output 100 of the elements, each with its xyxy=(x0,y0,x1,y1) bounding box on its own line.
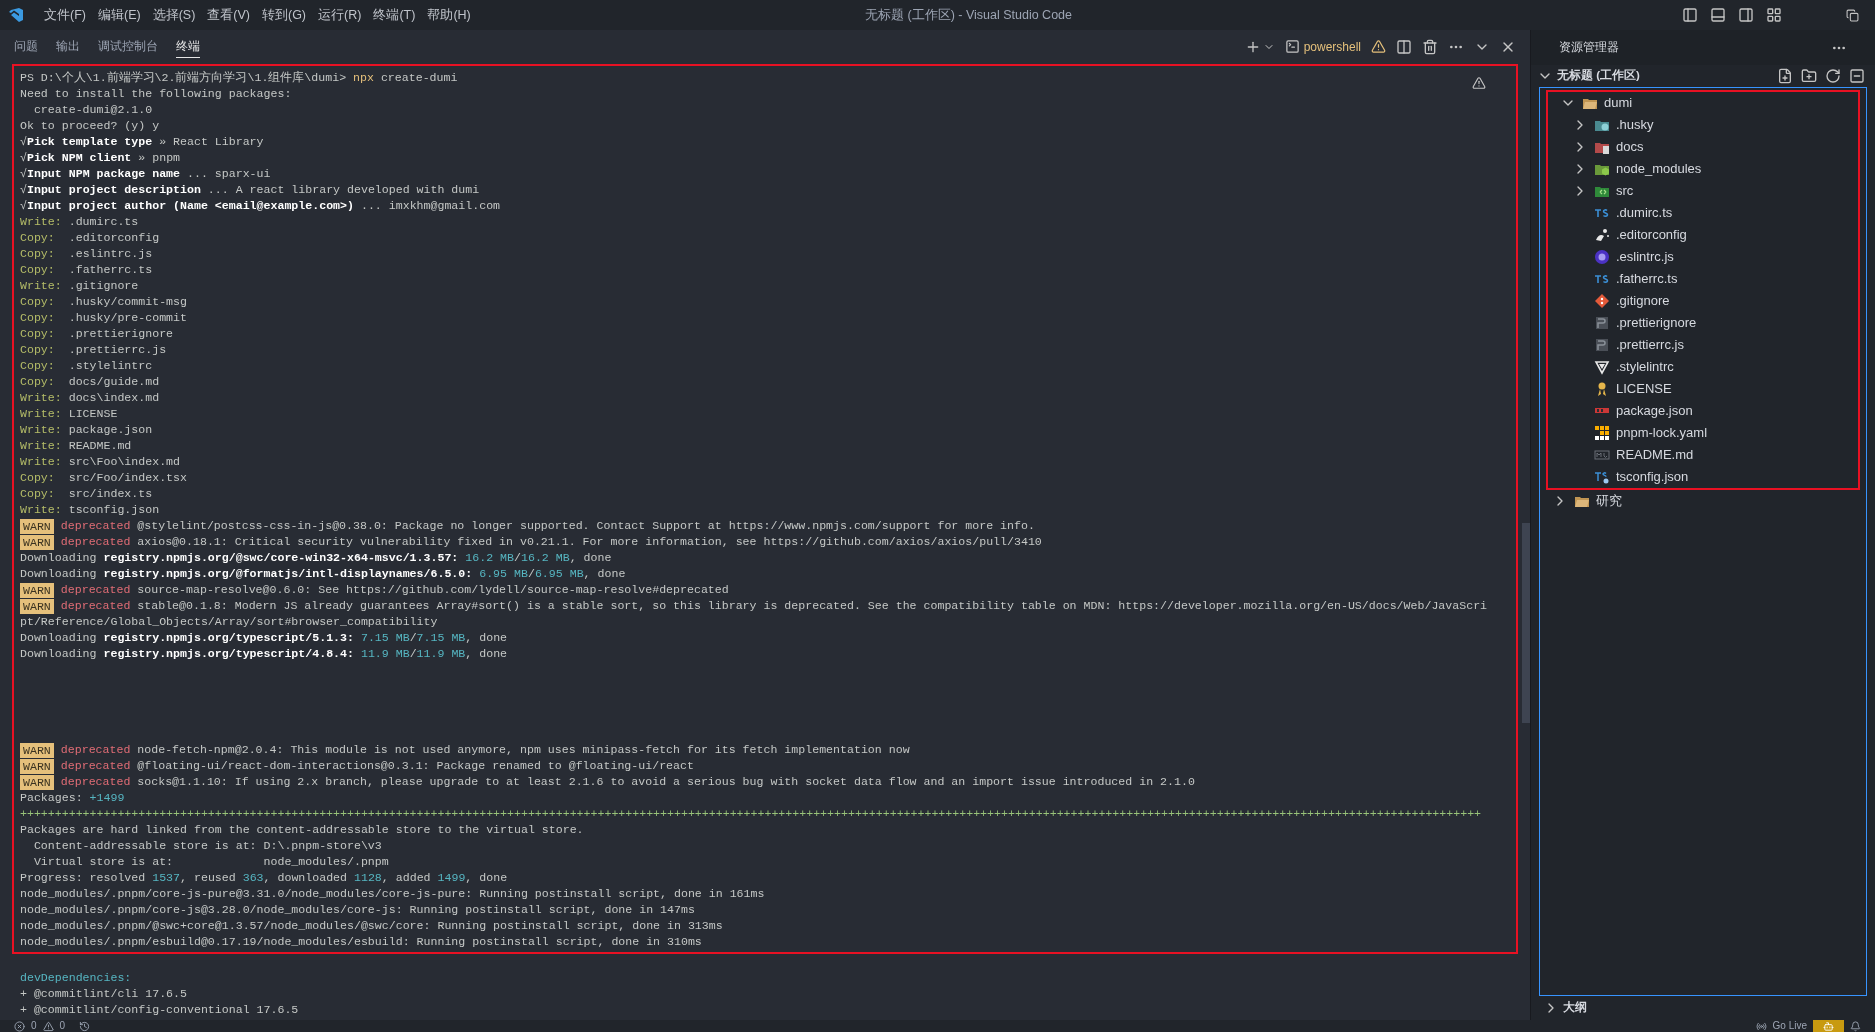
file-name[interactable]: pnpm-lock.yaml xyxy=(1616,423,1708,443)
folder-name[interactable]: dumi xyxy=(1604,93,1633,113)
menu-item[interactable]: 查看(V) xyxy=(201,5,256,25)
warn-badge: WARN xyxy=(20,518,54,534)
terminal-line: + @commitlint/cli 17.6.5 xyxy=(20,986,187,1003)
terminal-line: node_modules/.pnpm/esbuild@0.17.19/node_modules/esbuild: Running postinstall script, done in 310ms xyxy=(20,934,702,951)
terminal-line: Copy: .stylelintrc xyxy=(20,358,153,375)
folder-name[interactable]: .husky xyxy=(1616,115,1654,135)
panel-tab[interactable]: 输出 xyxy=(56,35,80,58)
scrollbar[interactable] xyxy=(1522,523,1530,723)
toggle-sidebar-icon[interactable] xyxy=(1682,7,1698,23)
circle-icon xyxy=(1594,249,1610,265)
menu-item[interactable]: 终端(T) xyxy=(367,5,422,25)
warning-icon[interactable] xyxy=(42,1020,54,1032)
terminal-line: Copy: .editorconfig xyxy=(20,230,160,247)
new-folder-icon[interactable] xyxy=(1801,68,1817,84)
terminal-line: devDependencies: xyxy=(20,970,132,987)
folder-name[interactable]: node_modules xyxy=(1616,159,1702,179)
terminal-line: deprecated node-fetch-npm@2.0.4: This module is not used anymore, npm uses minipass-fetch for its fetch implementation now xyxy=(59,742,910,759)
section-title[interactable]: 无标题 (工作区) xyxy=(1557,67,1640,85)
file-name[interactable]: .stylelintrc xyxy=(1616,357,1674,377)
app-logo-icon xyxy=(8,7,24,23)
terminal-line: Copy: .prettierignore xyxy=(20,326,174,343)
folder-name[interactable]: 研究 xyxy=(1596,491,1622,511)
terminal-line: Write: src\Foo\index.md xyxy=(20,454,181,471)
file-name[interactable]: .gitignore xyxy=(1616,291,1670,311)
warning-icon[interactable] xyxy=(1371,39,1386,54)
warning-icon[interactable] xyxy=(1472,76,1486,90)
terminal-line: deprecated axios@0.18.1: Critical security vulnerability fixed in v0.21.1. For more information, see https://github.com/axios/axios/pull/3410 xyxy=(59,534,1042,551)
typescript-config-icon xyxy=(1594,469,1610,485)
sidebar-title: 资源管理器 xyxy=(1559,39,1619,55)
menu-item[interactable]: 编辑(E) xyxy=(91,5,147,25)
error-icon[interactable] xyxy=(14,1020,25,1032)
go-live-button[interactable]: Go Live xyxy=(1772,1020,1807,1032)
panel-tab[interactable]: 调试控制台 xyxy=(98,35,158,58)
terminal-line: deprecated @stylelint/postcss-css-in-js@0.38.0: Package no longer supported. Contact Support at https://www.npmjs.com/support for more info. xyxy=(59,518,1035,535)
terminal-line: Copy: src/Foo/index.tsx xyxy=(20,470,187,487)
refresh-icon[interactable] xyxy=(1825,68,1841,84)
warn-badge: WARN xyxy=(20,582,54,598)
file-name[interactable]: tsconfig.json xyxy=(1616,467,1689,487)
git-icon xyxy=(1594,293,1610,309)
terminal-line: Packages: +1499 xyxy=(20,790,125,807)
history-icon[interactable] xyxy=(79,1020,91,1032)
notification-icon[interactable] xyxy=(1850,1020,1861,1032)
panel-tab[interactable]: 问题 xyxy=(14,35,38,58)
section-title[interactable]: 大纲 xyxy=(1563,999,1587,1017)
file-name[interactable]: .eslintrc.js xyxy=(1616,247,1674,267)
restore-icon[interactable] xyxy=(1846,8,1859,22)
new-file-icon[interactable] xyxy=(1777,68,1793,84)
terminal-line: deprecated @floating-ui/react-dom-interactions@0.3.1: Package renamed to @floating-ui/react xyxy=(59,758,694,775)
terminal-line: √Pick NPM client » pnpm xyxy=(20,150,181,167)
warn-badge: WARN xyxy=(20,534,54,550)
menu-item[interactable]: 运行(R) xyxy=(312,5,368,25)
toggle-secondary-sidebar-icon[interactable] xyxy=(1738,7,1754,23)
terminal-line: Content-addressable store is at: D:\.pnpm-store\v3 xyxy=(32,838,382,855)
file-name[interactable]: README.md xyxy=(1616,445,1694,465)
warning-count[interactable]: 0 xyxy=(59,1020,66,1032)
terminal-icon xyxy=(1284,39,1300,54)
terminal-line: node_modules/.pnpm/core-js@3.28.0/node_modules/core-js: Running postinstall script, done in 147ms xyxy=(20,902,695,919)
terminal-line: Progress: resolved 1537, reused 363, downloaded 1128, added 1499, done xyxy=(20,870,508,887)
terminal-line: Need to install the following packages: xyxy=(20,86,292,103)
terminal-line: Write: .gitignore xyxy=(20,278,139,295)
stylelint-icon xyxy=(1594,359,1610,375)
terminal-line: + @commitlint/config-conventional 17.6.5 xyxy=(20,1002,299,1019)
file-name[interactable]: .editorconfig xyxy=(1616,225,1687,245)
warn-badge: WARN xyxy=(20,758,54,774)
file-name[interactable]: LICENSE xyxy=(1616,379,1672,399)
terminal-line: Downloading registry.npmjs.org/typescript/4.8.4: 11.9 MB/11.9 MB, done xyxy=(20,646,508,663)
menu-item[interactable]: 文件(F) xyxy=(38,5,92,25)
menu-item[interactable]: 转到(G) xyxy=(256,5,313,25)
terminal-line: Downloading registry.npmjs.org/@formatjs/intl-displaynames/6.5.0: 6.95 MB/6.95 MB, done xyxy=(20,566,626,583)
file-name[interactable]: .fatherrc.ts xyxy=(1616,269,1678,289)
layout-icon[interactable] xyxy=(1766,7,1782,23)
terminal-line: Copy: src/index.ts xyxy=(20,486,153,503)
file-name[interactable]: .prettierrc.js xyxy=(1616,335,1684,355)
split-terminal-icon[interactable] xyxy=(1396,38,1412,55)
terminal-selector[interactable]: powershell xyxy=(1284,37,1361,56)
file-name[interactable]: .dumirc.ts xyxy=(1616,203,1673,223)
error-count[interactable]: 0 xyxy=(31,1020,37,1032)
terminal-line: create-dumi@2.1.0 xyxy=(32,102,153,119)
brush-icon xyxy=(1594,227,1610,243)
file-name[interactable]: .prettierignore xyxy=(1616,313,1697,333)
collapse-icon[interactable] xyxy=(1849,68,1865,84)
terminal-line: Copy: .husky/commit-msg xyxy=(20,294,187,311)
panel-tab[interactable]: 终端 xyxy=(176,34,200,59)
broadcast-icon[interactable] xyxy=(1755,1020,1767,1032)
folder-name[interactable]: docs xyxy=(1616,137,1644,157)
blocks-icon xyxy=(1594,425,1610,441)
menu-item[interactable]: 选择(S) xyxy=(146,5,202,25)
menu-item[interactable]: 帮助(H) xyxy=(421,5,477,25)
toggle-panel-icon[interactable] xyxy=(1710,7,1726,23)
terminal-line: √Input project author (Name <email@example.com>) ... imxkhm@gmail.com xyxy=(20,198,501,215)
folder-name[interactable]: src xyxy=(1616,181,1634,201)
trash-icon[interactable] xyxy=(1422,38,1438,55)
terminal-line: node_modules/.pnpm/@swc+core@1.3.57/node_modules/@swc/core: Running postinstall script, done in 313ms xyxy=(20,918,723,935)
terminal-line: Copy: .prettierrc.js xyxy=(20,342,167,359)
terminal-line: Copy: docs/guide.md xyxy=(20,374,160,391)
file-name[interactable]: package.json xyxy=(1616,401,1693,421)
terminal-line: deprecated socks@1.1.10: If using 2.x branch, please upgrade to at least 2.1.6 to avoid a serious bug with socket data flow and an import issue introduced in 2.1.0 xyxy=(59,774,1195,791)
terminal-line: √Input NPM package name ... sparx-ui xyxy=(20,166,271,183)
